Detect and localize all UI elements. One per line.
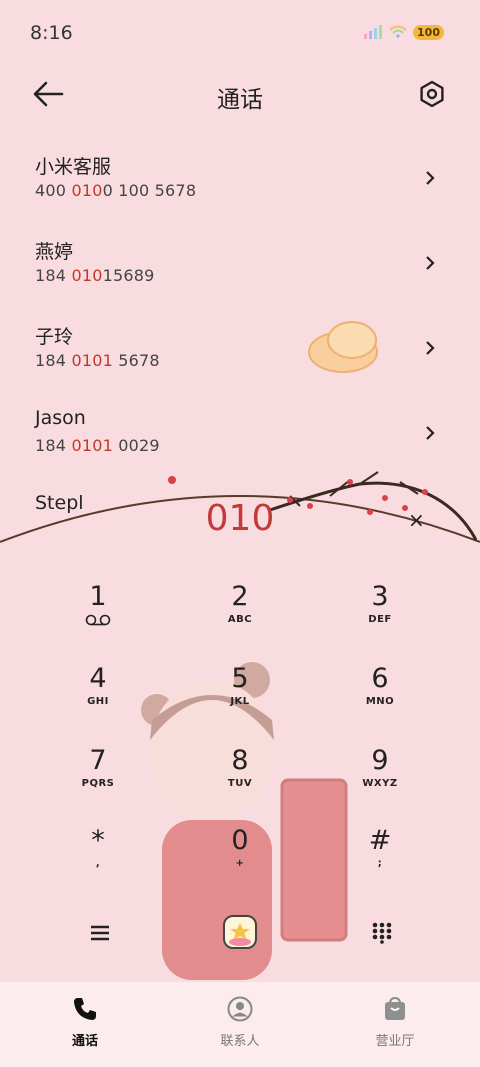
dial-key-2[interactable]: 2 ABC [180,582,300,658]
key-digit: 8 [231,745,249,776]
key-letters: + [235,858,245,869]
dial-key-hash[interactable]: # ; [320,826,440,902]
contact-name: 燕婷 [35,241,74,263]
shop-bag-icon [385,996,405,1020]
keypad-toggle-icon[interactable] [372,922,392,944]
wifi-icon [389,25,407,38]
contact-item[interactable]: Jason 184 0101 0029 [0,395,480,480]
battery-indicator: 100 [413,24,444,40]
dial-key-9[interactable]: 9 WXYZ [320,746,440,822]
app-bar: 通话 [0,70,480,120]
page-title: 通话 [217,87,263,113]
key-digit: * [91,825,105,856]
dial-pad: 010 × 1 2 ABC 3 DEF 4 GHI 5 JKL 6 MNO 7 [0,470,480,985]
contact-name: 小米客服 [35,156,112,178]
voicemail-icon [85,614,111,626]
key-digit: 4 [89,663,107,694]
key-digit: 9 [371,745,389,776]
status-icons: 100 [363,24,444,40]
phone-icon [74,998,96,1020]
key-digit: 1 [89,581,107,612]
contact-name: 子玲 [35,326,74,348]
contact-number: 184 0101 5678 [35,351,160,370]
back-arrow-icon[interactable] [32,80,64,108]
contact-icon [227,996,253,1022]
clear-input-button[interactable]: × [408,508,425,532]
status-time: 8:16 [30,22,73,44]
key-digit: 7 [89,745,107,776]
dial-key-1[interactable]: 1 [38,582,158,658]
tab-label: 通话 [71,1034,98,1049]
contact-number: 184 01015689 [35,266,155,285]
key-letters: , [95,858,101,869]
key-digit: 2 [231,581,249,612]
bottom-nav: 通话 联系人 营业厅 [0,982,480,1067]
gold-ingot-decoration [308,321,378,373]
key-letters: JKL [230,696,250,707]
tab-contacts[interactable]: 联系人 [170,996,310,1049]
menu-icon[interactable] [90,924,110,942]
contact-item[interactable]: 燕婷 184 01015689 [0,225,480,310]
tab-service-hall[interactable]: 营业厅 [325,996,465,1049]
tab-label: 联系人 [220,1034,260,1049]
chevron-right-icon[interactable] [424,253,436,273]
dial-key-4[interactable]: 4 GHI [38,664,158,740]
chevron-right-icon[interactable] [424,168,436,188]
key-letters: TUV [227,778,253,789]
status-bar: 8:16 100 [0,0,480,60]
key-letters: WXYZ [362,778,398,789]
key-letters: ABC [227,614,253,625]
dial-key-7[interactable]: 7 PQRS [38,746,158,822]
contact-number: 184 0101 0029 [35,436,160,455]
key-letters: DEF [368,614,392,625]
key-digit: # [368,825,392,856]
settings-gear-icon[interactable] [418,80,446,108]
key-digit: 6 [371,663,389,694]
contact-number: 400 0100 100 5678 [35,181,197,200]
key-digit: 0 [231,825,249,856]
contact-item[interactable]: 子玲 184 0101 5678 [0,310,480,395]
tab-calls[interactable]: 通话 [15,996,155,1049]
contact-name: Jason [35,407,86,429]
key-digit: 5 [231,663,249,694]
key-letters: MNO [365,696,395,707]
dial-key-3[interactable]: 3 DEF [320,582,440,658]
dial-key-5[interactable]: 5 JKL [180,664,300,740]
key-letters: PQRS [81,778,115,789]
key-digit: 3 [371,581,389,612]
signal-icon [364,25,383,39]
contact-item[interactable]: 小米客服 400 0100 100 5678 [0,140,480,225]
dial-key-star[interactable]: * , [38,826,158,902]
key-letters: ; [377,858,383,869]
dial-key-6[interactable]: 6 MNO [320,664,440,740]
call-button-icon[interactable] [222,914,258,950]
dial-key-8[interactable]: 8 TUV [180,746,300,822]
dial-key-0[interactable]: 0 + [180,826,300,902]
tab-label: 营业厅 [375,1034,415,1049]
key-letters: GHI [87,696,109,707]
chevron-right-icon[interactable] [424,338,436,358]
chevron-right-icon[interactable] [424,423,436,443]
